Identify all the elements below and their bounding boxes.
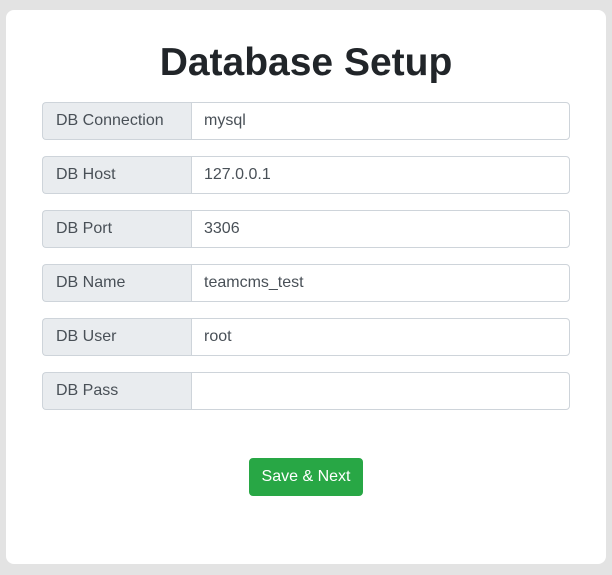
setup-card: Database Setup DB Connection DB Host DB …	[6, 10, 606, 564]
db-user-label: DB User	[42, 318, 191, 356]
db-port-input[interactable]	[191, 210, 570, 248]
db-port-row: DB Port	[42, 210, 570, 248]
db-user-row: DB User	[42, 318, 570, 356]
db-connection-row: DB Connection	[42, 102, 570, 140]
db-host-row: DB Host	[42, 156, 570, 194]
save-next-button[interactable]: Save & Next	[249, 458, 363, 496]
db-pass-row: DB Pass	[42, 372, 570, 410]
db-user-input[interactable]	[191, 318, 570, 356]
db-host-input[interactable]	[191, 156, 570, 194]
db-host-label: DB Host	[42, 156, 191, 194]
db-name-label: DB Name	[42, 264, 191, 302]
db-connection-label: DB Connection	[42, 102, 191, 140]
db-port-label: DB Port	[42, 210, 191, 248]
db-pass-label: DB Pass	[42, 372, 191, 410]
db-connection-input[interactable]	[191, 102, 570, 140]
db-name-row: DB Name	[42, 264, 570, 302]
db-name-input[interactable]	[191, 264, 570, 302]
page-title: Database Setup	[159, 41, 453, 84]
db-pass-input[interactable]	[191, 372, 570, 410]
